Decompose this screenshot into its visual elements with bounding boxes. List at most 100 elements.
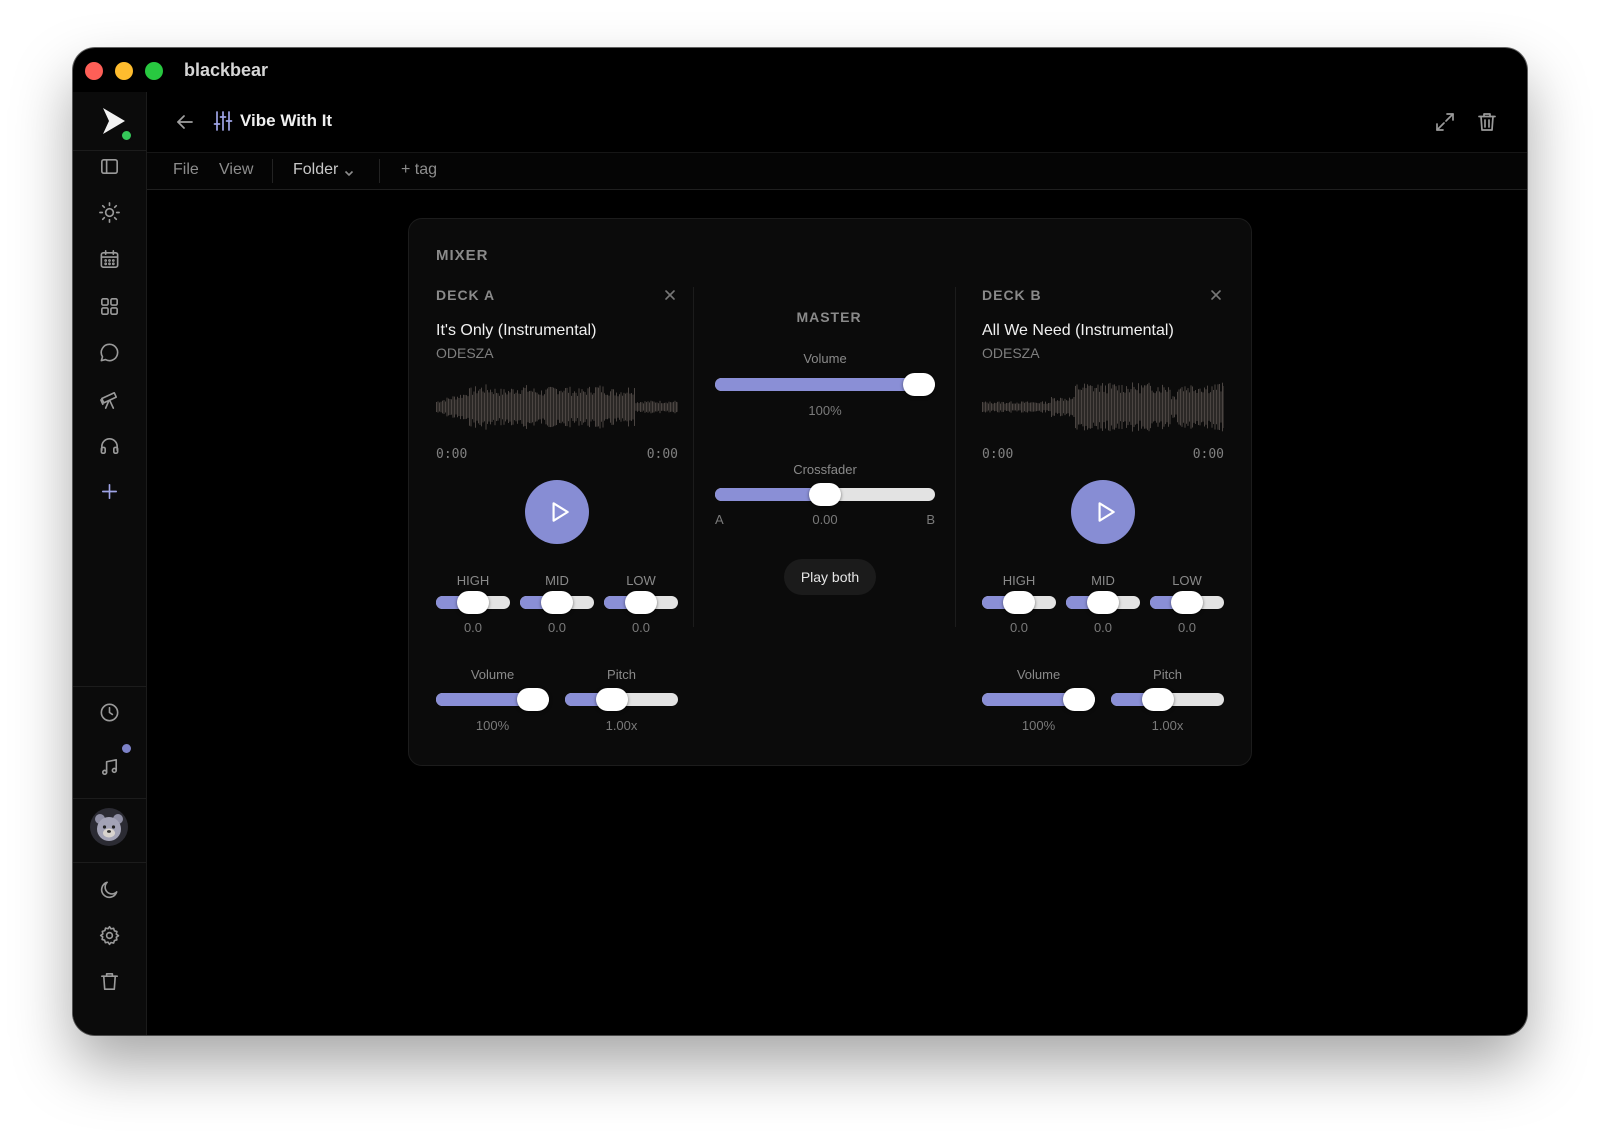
menu-view[interactable]: View (219, 161, 253, 179)
slider-thumb[interactable] (1141, 688, 1174, 711)
gear-icon[interactable] (90, 916, 128, 954)
deck-a-play-button[interactable] (525, 480, 589, 544)
menu-file[interactable]: File (173, 161, 199, 179)
deck-b-eq-mid-slider[interactable] (1066, 591, 1140, 614)
avatar[interactable] (90, 808, 128, 846)
waveform-bar (1094, 388, 1096, 426)
deck-b-close-icon[interactable] (1208, 287, 1224, 303)
plus-icon[interactable] (90, 472, 128, 510)
deck-a-eq-mid-slider[interactable] (520, 591, 594, 614)
deck-b-volume-slider[interactable] (982, 688, 1095, 711)
waveform-bar (1025, 401, 1027, 413)
deck-b-pitch-slider[interactable] (1111, 688, 1224, 711)
grid-icon[interactable] (90, 287, 128, 325)
waveform-bar (568, 392, 569, 422)
close-window-button[interactable] (85, 62, 103, 80)
slider-thumb[interactable] (517, 688, 549, 711)
toggle-sidebar-icon[interactable] (90, 147, 128, 185)
waveform-bar (625, 393, 626, 421)
clock-icon[interactable] (90, 693, 128, 731)
waveform-bar (533, 388, 535, 426)
minimize-window-button[interactable] (115, 62, 133, 80)
deck-b-eq-high-slider[interactable] (982, 591, 1056, 614)
deck-a-pitch-slider[interactable] (565, 688, 678, 711)
moon-icon[interactable] (90, 870, 128, 908)
slider-thumb[interactable] (1003, 591, 1035, 614)
chat-icon[interactable] (90, 333, 128, 371)
waveform-bar (544, 394, 545, 420)
waveform-bar (991, 403, 992, 411)
waveform-bar (604, 393, 605, 421)
music-note-icon[interactable] (90, 748, 128, 786)
slider-thumb[interactable] (541, 591, 573, 614)
deck-b-waveform[interactable] (982, 380, 1224, 434)
delete-document-icon[interactable] (1475, 110, 1499, 134)
waveform-bar (545, 389, 547, 425)
crossfader-slider[interactable] (715, 483, 935, 506)
waveform-bar (1147, 384, 1148, 430)
waveform-bar (1135, 389, 1136, 425)
deck-a-volume-slider[interactable] (436, 688, 549, 711)
waveform-bar (466, 395, 467, 419)
waveform-bar (449, 399, 451, 415)
slider-thumb[interactable] (1087, 591, 1119, 614)
waveform-bar (1112, 384, 1114, 430)
add-tag-button[interactable]: + tag (401, 161, 437, 179)
deck-a-waveform[interactable] (436, 380, 678, 434)
deck-b-eq-mid-label: MID (1091, 573, 1115, 588)
waveform-bar (602, 386, 604, 428)
zoom-window-button[interactable] (145, 62, 163, 80)
waveform-bar (1126, 386, 1127, 428)
deck-b-eq-high-label: HIGH (1002, 573, 1036, 588)
waveform-bar (487, 390, 488, 424)
waveform-bar (632, 394, 634, 420)
trash-icon[interactable] (90, 962, 128, 1000)
waveform-bar (1057, 400, 1058, 414)
document-title[interactable]: Vibe With It (240, 111, 332, 131)
waveform-bar (1037, 403, 1039, 411)
waveform-bar (1049, 402, 1051, 412)
slider-thumb[interactable] (1171, 591, 1203, 614)
slider-thumb[interactable] (595, 688, 628, 711)
play-both-button[interactable]: Play both (784, 559, 876, 595)
waveform-bar (1012, 403, 1013, 411)
deck-a-eq-low-label: LOW (626, 573, 656, 588)
waveform-bar (595, 387, 596, 427)
waveform-bar (1052, 398, 1054, 416)
folder-dropdown[interactable]: Folder (293, 161, 354, 179)
slider-thumb[interactable] (903, 373, 935, 396)
deck-b-play-button[interactable] (1071, 480, 1135, 544)
deck-a-pitch-label: Pitch (607, 667, 636, 682)
telescope-icon[interactable] (90, 380, 128, 418)
slider-thumb[interactable] (809, 483, 841, 506)
waveform-bar (1204, 387, 1205, 427)
waveform-bar (1063, 400, 1064, 414)
expand-icon[interactable] (1433, 110, 1457, 134)
deck-b-eq-low-slider[interactable] (1150, 591, 1224, 614)
deck-a-eq-high-slider[interactable] (436, 591, 510, 614)
waveform-bar (472, 394, 473, 420)
sun-icon[interactable] (90, 193, 128, 231)
waveform-bar (1031, 402, 1033, 412)
waveform-bar (463, 394, 464, 420)
waveform-bar (559, 391, 560, 423)
slider-thumb[interactable] (457, 591, 489, 614)
waveform-bar (1166, 391, 1168, 423)
waveform-bar (1027, 401, 1028, 413)
headphones-icon[interactable] (90, 426, 128, 464)
waveform-bar (997, 401, 998, 413)
deck-a-eq-mid-value: 0.0 (547, 620, 567, 635)
back-arrow-icon[interactable] (173, 110, 197, 134)
master-volume-slider[interactable] (715, 373, 935, 396)
waveform-bar (1109, 382, 1111, 432)
deck-a-eq-low-slider[interactable] (604, 591, 678, 614)
sidebar-divider (73, 862, 146, 863)
waveform-bar (1093, 391, 1094, 423)
slider-thumb[interactable] (625, 591, 657, 614)
slider-thumb[interactable] (1063, 688, 1095, 711)
calendar-icon[interactable] (90, 240, 128, 278)
waveform-bar (460, 394, 461, 420)
waveform-bar (668, 401, 670, 413)
waveform-bar (634, 388, 635, 426)
deck-a-close-icon[interactable] (662, 287, 678, 303)
